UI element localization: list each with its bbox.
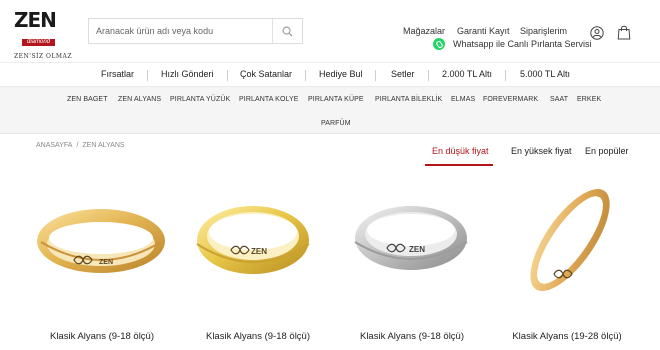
logo-tagline: ZEN'SİZ OLMAZ xyxy=(14,53,73,60)
logo-wordmark: ZEN xyxy=(14,8,57,32)
nav-divider xyxy=(428,70,429,81)
breadcrumb: ANASAYFA / ZEN ALYANS xyxy=(36,142,125,149)
product-image xyxy=(530,188,610,292)
user-icon[interactable] xyxy=(590,26,604,40)
sort-highest-price[interactable]: En yüksek fiyat xyxy=(511,146,572,156)
stores-link[interactable]: Mağazalar xyxy=(403,26,445,36)
product-name[interactable]: Klasik Alyans (9-18 ölçü) xyxy=(337,331,487,342)
product-card[interactable]: ZEN Klasik Alyans (9-18 ölçü) xyxy=(27,178,177,350)
nav-divider xyxy=(375,70,376,81)
category-item[interactable]: ELMAS xyxy=(451,96,475,103)
ring-engraving: ZEN xyxy=(409,245,425,254)
category-menu: ZEN BAGET ZEN ALYANS PIRLANTA YÜZÜK PIRL… xyxy=(0,86,660,134)
product-name[interactable]: Klasik Alyans (9-18 ölçü) xyxy=(183,331,333,342)
orders-link[interactable]: Siparişlerim xyxy=(520,26,567,36)
nav-item[interactable]: Setler xyxy=(391,69,415,79)
product-card[interactable]: ZEN Klasik Alyans (9-18 ölçü) xyxy=(337,178,487,350)
top-navigation: Fırsatlar Hızlı Gönderi Çok Satanlar Hed… xyxy=(0,62,660,86)
nav-item[interactable]: Hızlı Gönderi xyxy=(161,69,214,79)
breadcrumb-current[interactable]: ZEN ALYANS xyxy=(82,142,124,149)
search-icon xyxy=(282,26,293,37)
brand-logo[interactable]: ZEN diamond ZEN'SİZ OLMAZ xyxy=(14,8,74,60)
product-image: ZEN xyxy=(354,206,468,270)
search-button[interactable] xyxy=(272,19,302,43)
nav-divider xyxy=(505,70,506,81)
nav-item[interactable]: 2.000 TL Altı xyxy=(442,69,492,79)
product-image: ZEN xyxy=(37,209,165,273)
category-item[interactable]: FOREVERMARK xyxy=(483,96,538,103)
warranty-link[interactable]: Garanti Kayıt xyxy=(457,26,510,36)
category-item[interactable]: SAAT xyxy=(550,96,568,103)
shopping-bag-icon[interactable] xyxy=(617,25,631,40)
nav-divider xyxy=(227,70,228,81)
product-image: ZEN xyxy=(196,206,310,274)
sort-lowest-price[interactable]: En düşük fiyat xyxy=(432,146,489,156)
nav-item[interactable]: Fırsatlar xyxy=(101,69,134,79)
category-item[interactable]: PIRLANTA KÜPE xyxy=(308,96,364,103)
product-card[interactable]: ZEN Klasik Alyans (9-18 ölçü) xyxy=(183,178,333,350)
category-item[interactable]: PIRLANTA YÜZÜK xyxy=(170,96,230,103)
category-item[interactable]: ERKEK xyxy=(577,96,601,103)
nav-item[interactable]: 5.000 TL Altı xyxy=(520,69,570,79)
product-card[interactable]: Klasik Alyans (19-28 ölçü) xyxy=(492,178,642,350)
category-item[interactable]: ZEN BAGET xyxy=(67,96,108,103)
breadcrumb-home[interactable]: ANASAYFA xyxy=(36,142,72,149)
product-name[interactable]: Klasik Alyans (19-28 ölçü) xyxy=(492,331,642,342)
search-box xyxy=(88,18,303,44)
nav-item[interactable]: Çok Satanlar xyxy=(240,69,292,79)
ring-engraving: ZEN xyxy=(99,259,113,266)
category-item[interactable]: PIRLANTA KOLYE xyxy=(239,96,299,103)
nav-item[interactable]: Hediye Bul xyxy=(319,69,363,79)
logo-diamond-badge: diamond xyxy=(22,39,56,46)
search-input[interactable] xyxy=(89,19,274,43)
whatsapp-service-link[interactable]: Whatsapp ile Canlı Pırlanta Servisi xyxy=(433,38,592,50)
ring-engraving: ZEN xyxy=(251,247,267,256)
category-item[interactable]: PIRLANTA BİLEKLİK xyxy=(375,96,442,103)
sort-popular[interactable]: En popüler xyxy=(585,146,629,156)
sort-active-indicator xyxy=(425,164,493,166)
category-item[interactable]: PARFÜM xyxy=(321,120,351,127)
whatsapp-icon xyxy=(433,38,445,50)
nav-divider xyxy=(147,70,148,81)
category-item[interactable]: ZEN ALYANS xyxy=(118,96,161,103)
whatsapp-label: Whatsapp ile Canlı Pırlanta Servisi xyxy=(453,39,592,49)
nav-divider xyxy=(305,70,306,81)
product-name[interactable]: Klasik Alyans (9-18 ölçü) xyxy=(27,331,177,342)
